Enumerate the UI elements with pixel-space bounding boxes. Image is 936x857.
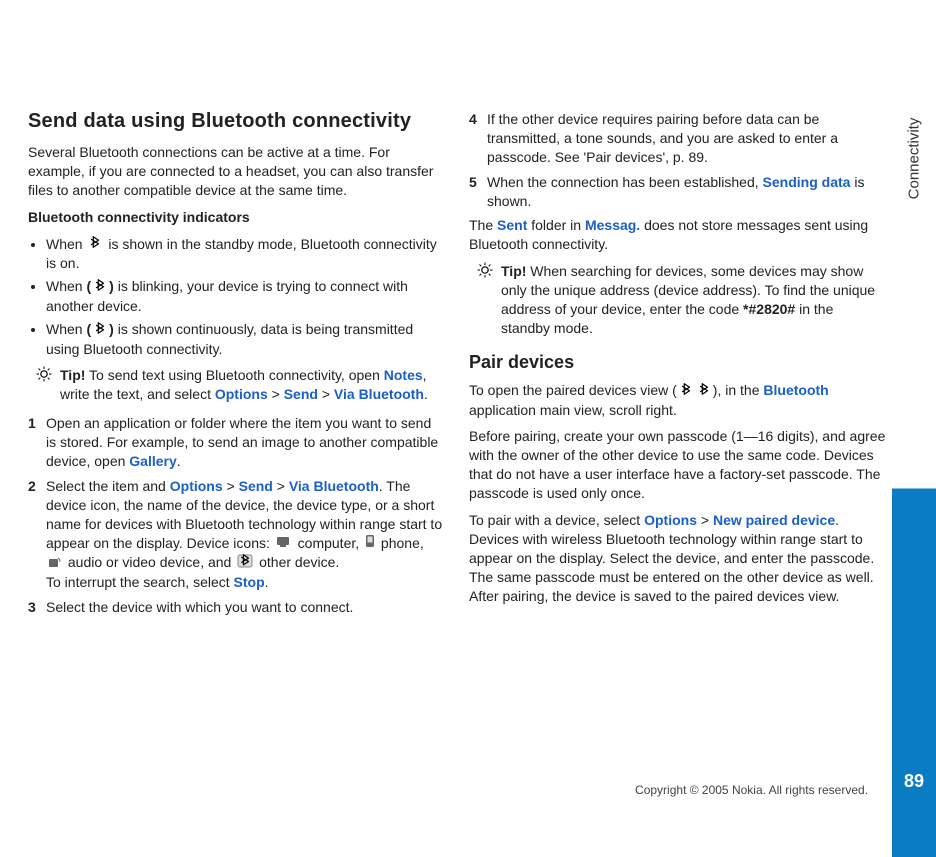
sent-folder-note: The Sent folder in Messag. does not stor… [469, 216, 886, 254]
intro-paragraph: Several Bluetooth connections can be act… [28, 143, 445, 200]
bluetooth-icon [93, 321, 107, 340]
link-send: Send [239, 478, 273, 494]
step-4: 4 If the other device requires pairing b… [469, 110, 886, 167]
bluetooth-icon [93, 278, 107, 297]
link-options: Options [215, 386, 268, 402]
indicator-item-blinking: When () is blinking, your device is tryi… [46, 277, 445, 316]
link-sending-data: Sending data [763, 174, 851, 190]
link-options: Options [644, 512, 697, 528]
link-bluetooth: Bluetooth [763, 382, 828, 398]
indicators-list: When is shown in the standby mode, Bluet… [28, 235, 445, 359]
other-device-icon [237, 554, 253, 573]
link-via-bluetooth: Via Bluetooth [334, 386, 424, 402]
lightbulb-icon [36, 366, 52, 387]
heading-pair-devices: Pair devices [469, 352, 886, 373]
code-text: *#2820# [743, 301, 795, 317]
section-label: Connectivity [906, 118, 923, 200]
steps-list-right: 4 If the other device requires pairing b… [469, 110, 886, 210]
tip-device-address: Tip! When searching for devices, some de… [469, 262, 886, 338]
left-column: Send data using Bluetooth connectivity S… [28, 110, 445, 623]
indicator-item-continuous: When () is shown continuously, data is b… [46, 320, 445, 359]
link-send: Send [284, 386, 318, 402]
step-1: 1 Open an application or folder where th… [28, 414, 445, 471]
link-new-paired-device: New paired device [713, 512, 835, 528]
indicators-heading: Bluetooth connectivity indicators [28, 208, 445, 227]
steps-list-left: 1 Open an application or folder where th… [28, 414, 445, 617]
tip-send-text: Tip! To send text using Bluetooth connec… [28, 366, 445, 404]
computer-icon [276, 534, 292, 553]
heading-send-data: Send data using Bluetooth connectivity [28, 110, 445, 133]
tip-label: Tip! [60, 367, 85, 383]
audio-icon [48, 554, 62, 573]
link-options: Options [170, 478, 223, 494]
link-via-bluetooth: Via Bluetooth [289, 478, 379, 494]
step-3: 3 Select the device with which you want … [28, 598, 445, 617]
right-column: 4 If the other device requires pairing b… [469, 110, 886, 623]
lightbulb-icon [477, 262, 493, 283]
pair-open-view: To open the paired devices view (), in t… [469, 381, 886, 420]
pair-passcode-info: Before pairing, create your own passcode… [469, 427, 886, 503]
link-notes: Notes [384, 367, 423, 383]
link-sent: Sent [497, 217, 527, 233]
phone-icon [365, 534, 375, 553]
link-stop: Stop [234, 574, 265, 590]
indicator-item-standby: When is shown in the standby mode, Bluet… [46, 235, 445, 274]
step-2: 2 Select the item and Options > Send > V… [28, 477, 445, 592]
page-number: 89 [904, 771, 924, 792]
link-messag: Messag. [585, 217, 640, 233]
side-tab: Connectivity 89 [892, 0, 936, 857]
bluetooth-icon [88, 235, 102, 254]
tip-label: Tip! [501, 263, 526, 279]
link-gallery: Gallery [129, 453, 176, 469]
step-5: 5 When the connection has been establish… [469, 173, 886, 211]
bluetooth-icon [679, 382, 693, 401]
pair-instructions: To pair with a device, select Options > … [469, 511, 886, 605]
copyright: Copyright © 2005 Nokia. All rights reser… [635, 783, 868, 797]
bluetooth-icon [697, 382, 711, 401]
